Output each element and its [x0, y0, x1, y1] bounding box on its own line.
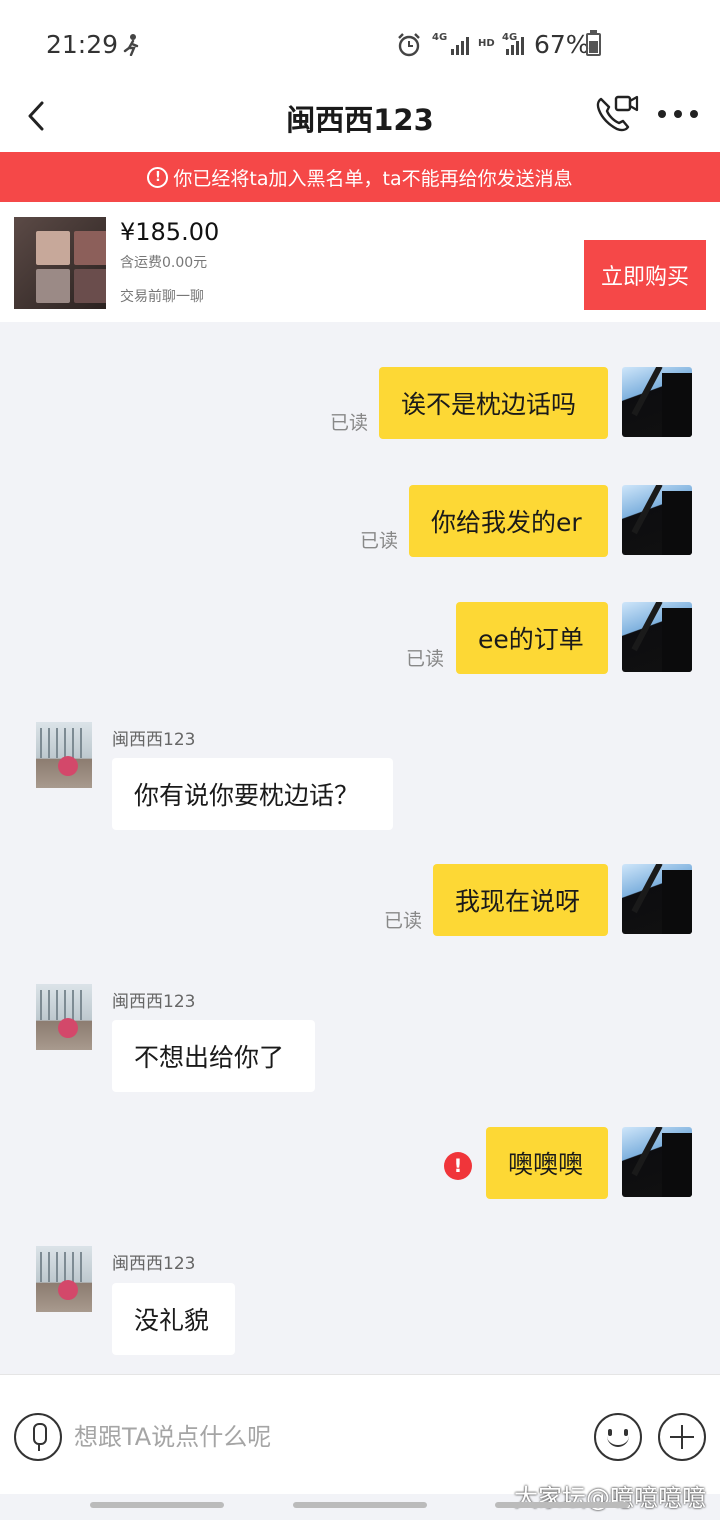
read-status: 已读 [406, 648, 445, 670]
warning-icon: ! [147, 166, 169, 188]
nav-handle [495, 1502, 629, 1508]
nav-handle [293, 1502, 427, 1508]
more-options-icon[interactable] [658, 110, 698, 120]
read-status: 已读 [384, 910, 423, 932]
plus-icon[interactable] [658, 1413, 706, 1461]
blacklist-text: 你已经将ta加入黑名单，ta不能再给你发送消息 [173, 167, 573, 190]
status-bar: 21:29 4G HD 4G 67% [0, 0, 720, 80]
battery-percentage: 67% [534, 30, 590, 59]
my-message-bubble[interactable]: 诶不是枕边话吗 [379, 367, 608, 439]
battery-icon [586, 30, 601, 56]
product-thumbnail[interactable] [14, 217, 106, 309]
sender-name: 闽西西123 [112, 1254, 196, 1274]
network-type-1: 4G [432, 32, 448, 43]
contact-message-bubble[interactable]: 不想出给你了 [112, 1020, 315, 1092]
my-message-bubble[interactable]: 我现在说呀 [433, 864, 608, 936]
read-status: 已读 [330, 412, 369, 434]
send-failed-icon[interactable]: ! [444, 1152, 472, 1180]
read-status: 已读 [360, 530, 399, 552]
phone-video-call-icon[interactable] [592, 92, 640, 136]
contact-avatar[interactable] [36, 1246, 92, 1312]
nav-handle [90, 1502, 224, 1508]
blacklist-banner: ! 你已经将ta加入黑名单，ta不能再给你发送消息 [0, 152, 720, 202]
emoji-icon[interactable] [594, 1413, 642, 1461]
running-figure-icon [123, 34, 139, 56]
contact-avatar[interactable] [36, 984, 92, 1050]
signal-icon-1 [451, 37, 469, 55]
message-input[interactable] [74, 1417, 574, 1457]
signal-icon-2 [506, 37, 524, 55]
contact-message-bubble[interactable]: 你有说你要枕边话？ [112, 758, 393, 830]
contact-message-bubble[interactable]: 没礼貌 [112, 1283, 235, 1355]
chat-tip: 交易前聊一聊 [120, 289, 204, 305]
product-price: ¥185.00 [120, 218, 220, 246]
my-message-bubble[interactable]: ee的订单 [456, 602, 608, 674]
my-message-bubble[interactable]: 噢噢噢 [486, 1127, 608, 1199]
my-avatar[interactable] [622, 1127, 692, 1197]
shipping-fee: 含运费0.00元 [120, 255, 208, 271]
status-time: 21:29 [46, 30, 119, 59]
input-bar [0, 1374, 720, 1494]
sender-name: 闽西西123 [112, 730, 196, 750]
my-message-bubble[interactable]: 你给我发的er [409, 485, 608, 557]
alarm-icon [398, 33, 420, 57]
my-avatar[interactable] [622, 864, 692, 934]
chat-header: 闽西西123 [0, 80, 720, 152]
my-avatar[interactable] [622, 485, 692, 555]
product-card[interactable]: ¥185.00 含运费0.00元 交易前聊一聊 立即购买 [0, 202, 720, 322]
hd-label: HD [478, 38, 495, 49]
my-avatar[interactable] [622, 367, 692, 437]
my-avatar[interactable] [622, 602, 692, 672]
contact-avatar[interactable] [36, 722, 92, 788]
buy-now-button[interactable]: 立即购买 [584, 240, 706, 310]
microphone-icon[interactable] [14, 1413, 62, 1461]
sender-name: 闽西西123 [112, 992, 196, 1012]
